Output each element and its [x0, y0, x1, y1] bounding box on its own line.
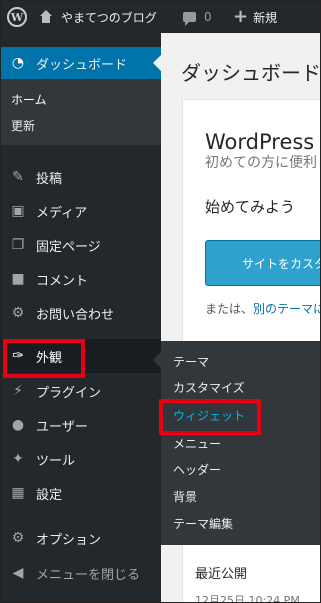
menu-contact[interactable]: ⚙ お問い合わせ [1, 296, 161, 330]
menu-pages-label: 固定ページ [36, 239, 101, 255]
customize-site-button[interactable]: サイトをカスタ [205, 240, 320, 286]
appearance-flyout-menu: テーマ カスタマイズ ウィジェット メニュー ヘッダー 背景 テーマ編集 [161, 341, 320, 545]
page-icon: ❐ [11, 237, 25, 253]
menu-dashboard[interactable]: ◔ ダッシュボード [1, 47, 161, 79]
pin-icon: ✎ [12, 169, 24, 185]
flyout-theme-editor[interactable]: テーマ編集 [173, 515, 233, 532]
admin-bar: W やまてつのブログ 0 + 新規 [1, 1, 320, 33]
menu-settings[interactable]: ▦ 設定 [1, 476, 161, 510]
new-content-button[interactable]: + 新規 [233, 1, 277, 33]
menu-users-label: ユーザー [36, 419, 88, 435]
admin-sidebar: ◔ ダッシュボード ホーム 更新 ✎ 投稿 ▣ メディア ❐ 固定ページ ■ コ… [1, 33, 161, 602]
menu-tools[interactable]: ✦ ツール [1, 442, 161, 476]
page-title: ダッシュボード [181, 61, 321, 85]
menu-options[interactable]: ⚙ オプション [1, 521, 161, 555]
comment-bubble-icon [183, 12, 196, 26]
site-name-label: やまてつのブログ [61, 10, 157, 25]
welcome-subtitle: 初めての方に便利 [205, 155, 317, 171]
recently-published-heading: 最近公開 [195, 567, 248, 582]
menu-contact-label: お問い合わせ [36, 307, 115, 323]
new-label: 新規 [253, 10, 278, 25]
menu-settings-label: 設定 [36, 487, 63, 503]
home-icon [39, 10, 53, 24]
menu-plugins[interactable]: ⚡ プラグイン [1, 374, 161, 408]
menu-pages[interactable]: ❐ 固定ページ [1, 228, 161, 262]
comments-link[interactable]: 0 [183, 1, 212, 33]
recent-post-date: 12月25日 10:24 PM [195, 594, 300, 603]
or-prefix: または、 [205, 302, 254, 316]
menu-media-label: メディア [36, 205, 88, 221]
flyout-themes[interactable]: テーマ [173, 353, 209, 370]
screenshot-frame: W やまてつのブログ 0 + 新規 ◔ ダッシュボード ホーム 更新 ✎ 投稿 [0, 0, 321, 603]
settings-icon: ▦ [11, 485, 25, 501]
flyout-pointer [153, 352, 161, 368]
plugin-icon: ⚡ [13, 383, 23, 399]
gear-icon: ⚙ [11, 530, 25, 546]
change-theme-link[interactable]: 別のテーマに [253, 302, 320, 316]
flyout-customize[interactable]: カスタマイズ [173, 379, 245, 396]
menu-options-label: オプション [36, 532, 102, 548]
activity-panel: 最近公開 12月25日 10:24 PM [182, 542, 320, 603]
site-name-link[interactable]: やまてつのブログ [39, 1, 157, 33]
highlight-appearance [3, 339, 85, 378]
menu-tools-label: ツール [36, 453, 76, 469]
collapse-menu-label: メニューを閉じる [36, 567, 141, 583]
dashboard-submenu: ホーム 更新 [1, 79, 161, 145]
menu-dashboard-label: ダッシュボード [36, 57, 128, 73]
menu-posts[interactable]: ✎ 投稿 [1, 160, 161, 194]
menu-posts-label: 投稿 [36, 171, 63, 187]
flyout-background[interactable]: 背景 [173, 488, 197, 505]
flyout-menus[interactable]: メニュー [173, 435, 221, 452]
wordpress-logo-icon: W [7, 7, 27, 27]
dashboard-gauge-icon: ◔ [11, 55, 25, 71]
flyout-header[interactable]: ヘッダー [173, 461, 221, 478]
media-icon: ▣ [11, 203, 25, 219]
collapse-icon: ◀ [12, 565, 24, 581]
highlight-widgets [159, 399, 261, 435]
collapse-menu-button[interactable]: ◀ メニューを閉じる [1, 556, 161, 590]
comment-icon: ■ [11, 271, 25, 287]
gear-icon: ⚙ [11, 305, 25, 321]
menu-users[interactable]: ● ユーザー [1, 408, 161, 442]
menu-plugins-label: プラグイン [36, 385, 102, 401]
comment-count: 0 [204, 10, 212, 24]
menu-comments-label: コメント [36, 273, 89, 289]
menu-media[interactable]: ▣ メディア [1, 194, 161, 228]
getting-started-heading: 始めてみよう [205, 198, 296, 216]
plus-icon: + [233, 6, 249, 27]
menu-comments[interactable]: ■ コメント [1, 262, 161, 296]
wrench-icon: ✦ [12, 451, 24, 467]
submenu-home[interactable]: ホーム [11, 91, 47, 108]
wordpress-logo-button[interactable]: W [7, 1, 27, 33]
alternate-theme-text: または、別のテーマに [205, 300, 320, 317]
submenu-updates[interactable]: 更新 [11, 117, 35, 134]
user-icon: ● [11, 417, 25, 433]
